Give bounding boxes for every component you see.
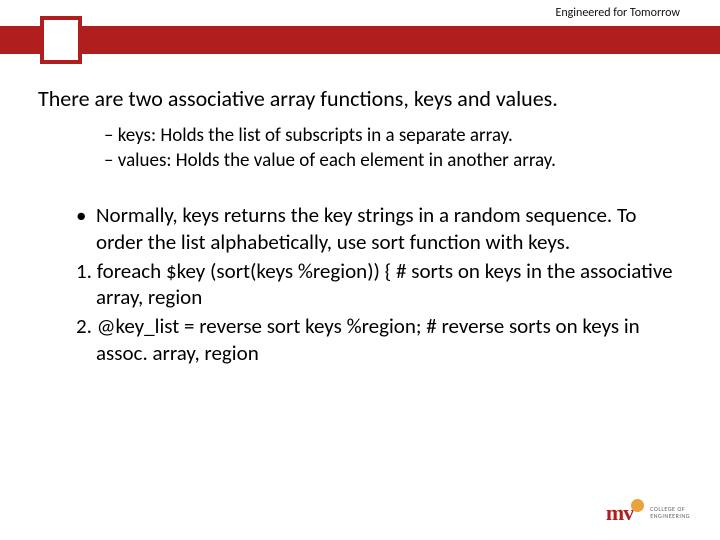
tagline: Engineered for Tomorrow [555, 6, 680, 20]
dash-list: – keys: Holds the list of subscripts in … [38, 123, 686, 174]
bullet-block: • Normally, keys returns the key strings… [38, 202, 686, 367]
bullet-marker: • [76, 202, 86, 228]
list-item: – values: Holds the value of each elemen… [104, 148, 686, 174]
intro-line: There are two associative array function… [38, 85, 558, 112]
list-item: • Normally, keys returns the key strings… [38, 202, 686, 256]
bullet-marker: 2. [76, 313, 92, 339]
logo-subtext: COLLEGE OF ENGINEERING [650, 506, 690, 519]
list-item-text: @key_list = reverse sort keys %region; #… [96, 313, 640, 366]
logo-dot-icon [631, 499, 644, 512]
header-bar [0, 26, 720, 54]
list-item-text: values: Holds the value of each element … [118, 149, 556, 172]
logo-mark: mv [606, 500, 633, 525]
bullet-marker: 1. [76, 258, 92, 284]
list-item: 1. foreach $key (sort(keys %region)) { #… [38, 258, 686, 312]
logo-line: ENGINEERING [650, 513, 690, 520]
header-notch [40, 16, 82, 64]
logo-mark-wrap: mv [606, 500, 644, 526]
list-item-text: foreach $key (sort(keys %region)) { # so… [96, 258, 673, 311]
footer-logo: mv COLLEGE OF ENGINEERING [606, 500, 690, 526]
list-item-text: keys: Holds the list of subscripts in a … [118, 124, 513, 147]
list-item: – keys: Holds the list of subscripts in … [104, 123, 686, 149]
slide-content: There are two associative array function… [38, 85, 686, 369]
list-item: 2. @key_list = reverse sort keys %region… [38, 313, 686, 367]
intro-text: There are two associative array function… [38, 85, 686, 113]
list-item-text: Normally, keys returns the key strings i… [96, 202, 636, 255]
